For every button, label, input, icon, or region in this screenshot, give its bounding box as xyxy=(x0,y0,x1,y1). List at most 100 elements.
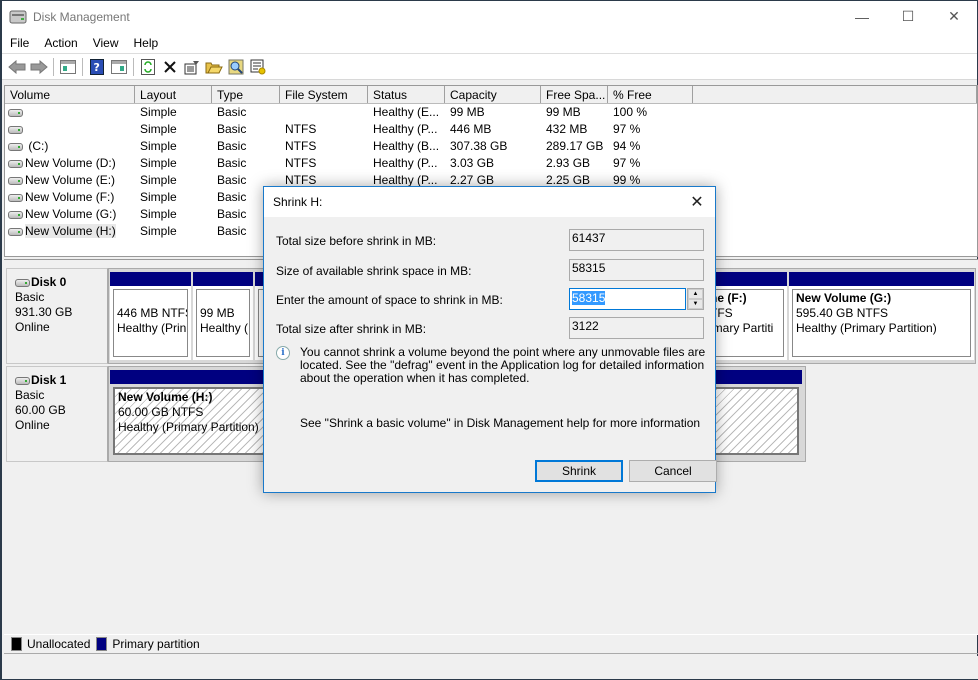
cell-layout: Simple xyxy=(140,156,177,170)
dialog-close-button[interactable]: ✕ xyxy=(687,192,707,212)
menu-bar: File Action View Help xyxy=(2,32,977,54)
cell-type: Basic xyxy=(217,156,247,170)
column-header-empty xyxy=(693,86,977,103)
menu-file[interactable]: File xyxy=(2,36,36,50)
close-icon: ✕ xyxy=(690,194,704,211)
disk-0-partition-1[interactable]: 446 MB NTFS Healthy (Prin xyxy=(110,272,191,360)
cell-filler xyxy=(693,121,977,138)
disk-0-partition-2[interactable]: 99 MB Healthy ( xyxy=(193,272,253,360)
column-header-type[interactable]: Type xyxy=(212,86,280,103)
cell-filler xyxy=(693,223,977,240)
drive-icon xyxy=(8,125,23,134)
title-bar: Disk Management — ☐ ✕ xyxy=(2,1,977,32)
cancel-button[interactable]: Cancel xyxy=(629,460,717,482)
cell-volume: New Volume (E:) xyxy=(5,172,135,189)
cell-free: 99 MB xyxy=(546,105,581,119)
shrink-amount-input[interactable]: 58315 xyxy=(569,288,686,310)
drive-icon xyxy=(8,142,23,151)
volume-row[interactable]: Simple Basic Healthy (E... 99 MB 99 MB 100 % xyxy=(5,104,977,121)
delete-button[interactable] xyxy=(159,56,181,78)
drive-icon xyxy=(8,210,23,219)
disk-1-size: 60.00 GB xyxy=(15,403,66,417)
column-header-percent-free[interactable]: % Free xyxy=(608,86,693,103)
partition-status: Healthy ( xyxy=(200,321,249,335)
spin-down-button[interactable]: ▼ xyxy=(688,299,703,309)
column-header-capacity[interactable]: Capacity xyxy=(445,86,541,103)
cell-volume xyxy=(5,104,135,121)
volume-row[interactable]: (C:) Simple Basic NTFS Healthy (B... 307.38 G… xyxy=(5,138,977,155)
open-button[interactable] xyxy=(203,56,225,78)
partition-details: New Volume (G:) 595.40 GB NTFS Healthy (… xyxy=(792,289,971,357)
minimize-button[interactable]: — xyxy=(839,1,885,32)
partition-title: New Volume (G:) xyxy=(796,291,892,305)
partition-size: 99 MB xyxy=(200,306,235,320)
column-header-free-space[interactable]: Free Spa... xyxy=(541,86,608,103)
column-header-status[interactable]: Status xyxy=(368,86,445,103)
menu-view[interactable]: View xyxy=(85,36,126,50)
volume-name: New Volume (E:) xyxy=(25,173,116,187)
forward-button[interactable] xyxy=(28,56,50,78)
cell-free: 2.93 GB xyxy=(546,156,591,170)
volume-list-header: Volume Layout Type File System Status Ca… xyxy=(5,86,977,104)
rescan-button[interactable] xyxy=(225,56,247,78)
volume-row[interactable]: Simple Basic NTFS Healthy (P... 446 MB 432 MB… xyxy=(5,121,977,138)
settings-button[interactable] xyxy=(247,56,269,78)
show-hide-action-pane-button[interactable] xyxy=(108,56,130,78)
properties-button[interactable] xyxy=(181,56,203,78)
partition-size: 595.40 GB NTFS xyxy=(796,306,889,320)
maximize-icon: ☐ xyxy=(901,8,915,24)
settings-icon xyxy=(250,59,266,74)
cell-capacity: 99 MB xyxy=(450,105,485,119)
back-button[interactable] xyxy=(6,56,28,78)
cell-layout: Simple xyxy=(140,190,177,204)
cell-capacity: 3.03 GB xyxy=(450,156,495,170)
show-hide-action-pane-icon xyxy=(111,59,127,74)
menu-help[interactable]: Help xyxy=(126,36,166,50)
volume-row[interactable]: New Volume (D:) Simple Basic NTFS Healthy (P… xyxy=(5,155,977,172)
minimize-icon: — xyxy=(855,8,869,25)
help-button[interactable]: ? xyxy=(86,56,108,78)
column-header-file-system[interactable]: File System xyxy=(280,86,368,103)
partition-size: TFS xyxy=(710,306,733,320)
cell-status: Healthy (E... xyxy=(373,105,440,119)
disk-0-partition-f[interactable]: ne (F:) TFS imary Partiti xyxy=(706,272,787,360)
cell-fs: NTFS xyxy=(285,122,317,136)
close-button[interactable]: ✕ xyxy=(931,1,977,32)
legend-unallocated: Unallocated xyxy=(27,637,91,651)
cell-volume: New Volume (D:) xyxy=(5,155,135,172)
column-header-volume[interactable]: Volume xyxy=(5,86,135,103)
cell-fs xyxy=(280,104,368,121)
primary-partition-bar xyxy=(193,272,253,286)
partition-details: ne (F:) TFS imary Partiti xyxy=(706,289,784,357)
help-text: See "Shrink a basic volume" in Disk Mana… xyxy=(300,416,701,430)
cell-pct: 94 % xyxy=(613,139,641,153)
column-header-layout[interactable]: Layout xyxy=(135,86,212,103)
spin-up-button[interactable]: ▲ xyxy=(688,289,703,299)
disk-0-partition-g[interactable]: New Volume (G:) 595.40 GB NTFS Healthy (… xyxy=(789,272,974,360)
maximize-button[interactable]: ☐ xyxy=(885,1,931,32)
disk-0-info[interactable]: Disk 0 Basic 931.30 GB Online xyxy=(6,268,108,364)
refresh-button[interactable] xyxy=(137,56,159,78)
menu-action[interactable]: Action xyxy=(36,36,84,50)
show-hide-console-tree-button[interactable] xyxy=(57,56,79,78)
cell-layout: Simple xyxy=(140,105,177,119)
drive-icon xyxy=(8,108,23,117)
disk-0-size: 931.30 GB xyxy=(15,305,73,319)
partition-status: imary Partiti xyxy=(710,321,774,335)
available-shrink-value: 58315 xyxy=(569,259,704,281)
drive-icon xyxy=(8,227,23,236)
show-hide-console-tree-icon xyxy=(60,59,76,74)
cell-filler xyxy=(693,189,977,206)
drive-icon xyxy=(15,376,30,385)
disk-1-name: Disk 1 xyxy=(31,373,67,387)
partition-status: Healthy (Primary Partition) xyxy=(796,321,937,335)
shrink-button[interactable]: Shrink xyxy=(535,460,623,482)
partition-title: ne (F:) xyxy=(710,291,747,305)
disk-1-type: Basic xyxy=(15,388,45,402)
primary-partition-bar xyxy=(789,272,974,286)
cell-layout: Simple xyxy=(140,173,177,187)
legend: Unallocated Primary partition xyxy=(4,634,978,654)
total-after-label: Total size after shrink in MB: xyxy=(276,322,427,336)
disk-1-info[interactable]: Disk 1 Basic 60.00 GB Online xyxy=(6,366,108,462)
volume-name: New Volume (G:) xyxy=(25,207,117,221)
